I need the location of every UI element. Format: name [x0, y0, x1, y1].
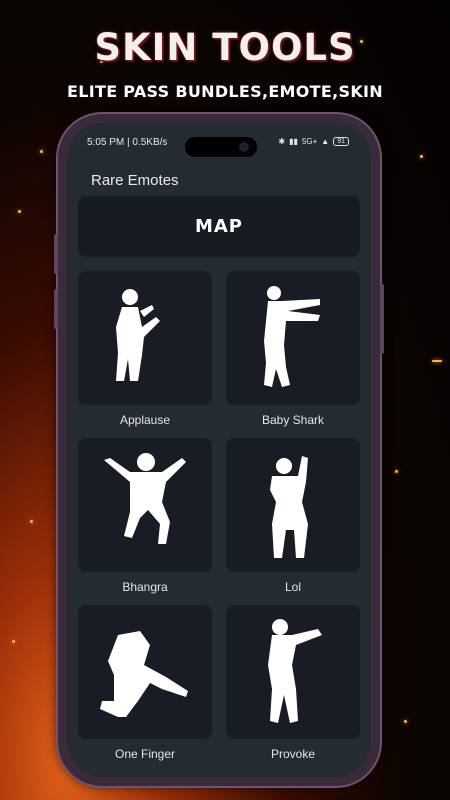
page-title: Rare Emotes — [91, 172, 179, 189]
battery-icon: 91 — [333, 137, 349, 146]
emote-label: Lol — [284, 580, 301, 594]
emote-card-one-finger[interactable]: One Finger — [78, 605, 212, 761]
one-finger-figure-icon — [100, 631, 188, 717]
camera-icon — [239, 142, 249, 152]
emote-label: Baby Shark — [261, 413, 325, 427]
emote-label: One Finger — [114, 747, 176, 761]
emote-label: Bhangra — [122, 580, 168, 594]
phone-side-button — [54, 234, 58, 274]
emote-card-applause[interactable]: Applause — [78, 271, 212, 427]
app-screen: 5:05 PM | 0.5KB/s ✱ ▮▮ 5G+ ▲ 91 Rare Emo… — [67, 123, 371, 777]
phone-frame: 5:05 PM | 0.5KB/s ✱ ▮▮ 5G+ ▲ 91 Rare Emo… — [54, 114, 384, 786]
promo-title: SKIN TOOLS — [94, 26, 356, 69]
emote-card-provoke[interactable]: Provoke — [226, 605, 360, 761]
emote-card-lol[interactable]: Lol — [226, 438, 360, 594]
spark — [18, 210, 21, 213]
spark — [30, 520, 33, 523]
baby-shark-figure-icon — [264, 286, 320, 387]
spark — [395, 470, 398, 473]
bhangra-figure-icon — [104, 453, 186, 544]
emote-tile[interactable] — [78, 438, 212, 572]
dynamic-island — [185, 137, 257, 157]
map-button[interactable]: MAP — [78, 196, 360, 257]
spark — [40, 150, 43, 153]
emote-tile[interactable] — [78, 271, 212, 405]
promo-subtitle: ELITE PASS BUNDLES,EMOTE,SKIN — [67, 82, 383, 101]
spark — [420, 155, 423, 158]
spark — [432, 360, 442, 362]
status-icons: ✱ ▮▮ 5G+ ▲ 91 — [278, 137, 349, 146]
emote-tile[interactable] — [78, 605, 212, 739]
provoke-figure-icon — [268, 619, 322, 723]
status-time: 5:05 PM | 0.5KB/s — [87, 137, 168, 148]
phone-power-button — [380, 284, 384, 354]
applause-figure-icon — [116, 289, 160, 381]
emote-label: Applause — [119, 413, 171, 427]
lol-figure-icon — [270, 456, 308, 558]
network-type: 5G+ — [301, 137, 318, 146]
wifi-icon: ▲ — [321, 137, 330, 146]
signal-icon: ▮▮ — [289, 137, 298, 146]
spark — [12, 640, 15, 643]
emote-tile[interactable] — [226, 438, 360, 572]
emote-tile[interactable] — [226, 271, 360, 405]
emote-tile[interactable] — [226, 605, 360, 739]
emote-card-baby-shark[interactable]: Baby Shark — [226, 271, 360, 427]
emote-card-bhangra[interactable]: Bhangra — [78, 438, 212, 594]
phone-side-button — [54, 289, 58, 329]
emote-label: Provoke — [270, 747, 316, 761]
spark — [404, 720, 407, 723]
bluetooth-icon: ✱ — [278, 137, 286, 146]
